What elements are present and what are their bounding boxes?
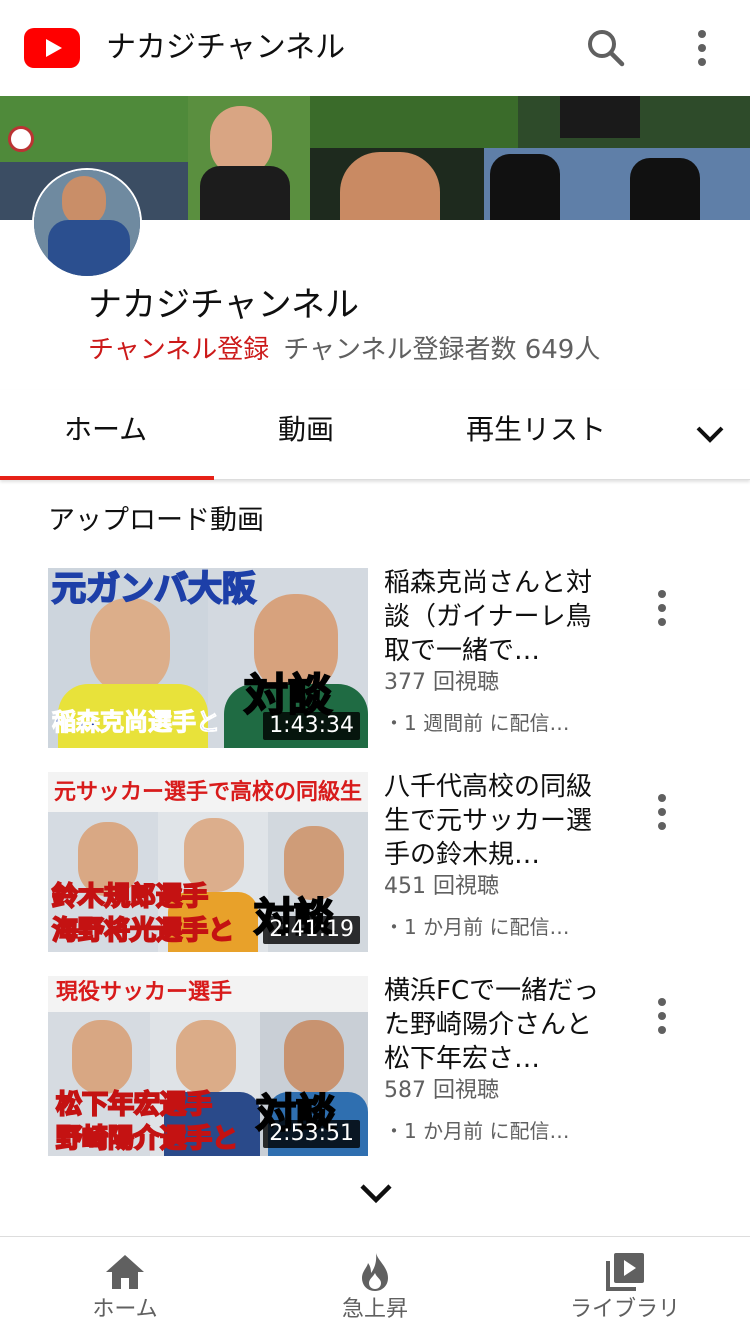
nav-library[interactable]: ライブラリ	[500, 1237, 750, 1334]
video-title[interactable]: 稲森克尚さんと対談（ガイナーレ鳥取で一緒で…	[384, 566, 604, 668]
video-title[interactable]: 横浜FCで一緒だった野崎陽介さんと松下年宏さ…	[384, 974, 604, 1076]
youtube-logo-icon[interactable]	[24, 28, 80, 68]
app-title: ナカジチャンネル	[106, 30, 346, 65]
selected-tab-indicator	[0, 476, 214, 480]
video-views: 587 回視聴	[384, 1078, 499, 1103]
nav-home-label: ホーム	[92, 1297, 158, 1322]
video-duration: 1:43:34	[263, 712, 360, 740]
tab-playlists[interactable]: 再生リスト	[466, 410, 606, 450]
home-icon	[106, 1255, 144, 1289]
video-item[interactable]: 元ガンバ大阪 稲森克尚選手と 対談 1:43:34 稲森克尚さんと対談（ガイナー…	[0, 568, 750, 758]
channel-name: ナカジチャンネル	[88, 285, 359, 325]
video-thumbnail[interactable]: 元ガンバ大阪 稲森克尚選手と 対談 1:43:34	[48, 568, 368, 748]
thumbnail-caption-top: 現役サッカー選手	[56, 980, 233, 1005]
video-item[interactable]: 元サッカー選手で高校の同級生 鈴木規郎選手 海野将光選手と 対談 2:41:19…	[0, 772, 750, 962]
bottom-navigation: ホーム 急上昇 ライブラリ	[0, 1236, 750, 1334]
nav-library-label: ライブラリ	[569, 1297, 680, 1322]
video-duration: 2:41:19	[263, 916, 360, 944]
tab-videos[interactable]: 動画	[278, 410, 334, 450]
subscribe-button[interactable]: チャンネル登録	[88, 335, 269, 365]
thumbnail-caption-top: 元ガンバ大阪	[51, 569, 257, 609]
video-views: 377 回視聴	[384, 670, 499, 695]
video-more-icon[interactable]	[648, 792, 676, 832]
channel-tabs: ホーム 動画 再生リスト	[0, 390, 750, 480]
thumbnail-caption-top: 元サッカー選手で高校の同級生	[54, 780, 363, 805]
thumbnail-caption-line2: 海野将光選手と	[51, 916, 235, 946]
video-more-icon[interactable]	[648, 996, 676, 1036]
subscriber-count: チャンネル登録者数 649人	[283, 335, 601, 365]
channel-avatar[interactable]	[32, 168, 142, 278]
nav-trending[interactable]: 急上昇	[250, 1237, 500, 1334]
search-icon[interactable]	[584, 26, 628, 70]
video-item[interactable]: 現役サッカー選手 松下年宏選手 野崎陽介選手と 対談 2:53:51 横浜FCで…	[0, 976, 750, 1166]
video-views: 451 回視聴	[384, 874, 499, 899]
video-thumbnail[interactable]: 元サッカー選手で高校の同級生 鈴木規郎選手 海野将光選手と 対談 2:41:19	[48, 772, 368, 952]
load-more-chevron-icon[interactable]	[356, 1176, 396, 1212]
thumbnail-caption-bottom: 稲森克尚選手と	[52, 708, 221, 736]
thumbnail-caption-line1: 松下年宏選手	[55, 1090, 213, 1120]
video-date: ・1 か月前 に配信…	[384, 1119, 570, 1143]
section-title: アップロード動画	[48, 505, 264, 536]
video-title[interactable]: 八千代高校の同級生で元サッカー選手の鈴木規…	[384, 770, 604, 872]
tab-home[interactable]: ホーム	[64, 410, 147, 450]
nav-home[interactable]: ホーム	[0, 1237, 250, 1334]
top-app-bar: ナカジチャンネル	[0, 0, 750, 96]
thumbnail-caption-line1: 鈴木規郎選手	[51, 882, 209, 912]
chevron-down-icon[interactable]	[692, 416, 728, 452]
trending-fire-icon	[362, 1253, 388, 1291]
video-more-icon[interactable]	[648, 588, 676, 628]
video-thumbnail[interactable]: 現役サッカー選手 松下年宏選手 野崎陽介選手と 対談 2:53:51	[48, 976, 368, 1156]
video-duration: 2:53:51	[263, 1120, 360, 1148]
nav-trending-label: 急上昇	[341, 1297, 408, 1322]
video-date: ・1 か月前 に配信…	[384, 915, 570, 939]
thumbnail-caption-line2: 野崎陽介選手と	[55, 1124, 239, 1154]
more-vert-icon[interactable]	[686, 26, 718, 70]
library-icon	[606, 1253, 644, 1291]
video-date: ・1 週間前 に配信…	[384, 711, 570, 735]
subscribe-row: チャンネル登録 チャンネル登録者数 649人	[88, 332, 600, 368]
